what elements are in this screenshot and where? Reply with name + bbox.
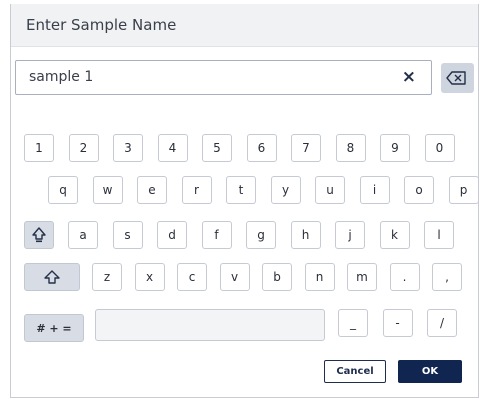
key-i[interactable]: i	[359, 176, 390, 204]
key-s[interactable]: s	[112, 221, 143, 249]
key-q[interactable]: q	[48, 176, 78, 204]
key-5[interactable]: 5	[202, 134, 232, 162]
key-label: j	[348, 228, 352, 242]
key-b[interactable]: b	[262, 263, 292, 291]
key-8[interactable]: 8	[335, 134, 366, 162]
key-j[interactable]: j	[335, 221, 365, 249]
key-label: ,	[445, 270, 449, 284]
key-label: 0	[435, 141, 444, 155]
key-symbol-7[interactable]: .	[389, 263, 420, 291]
key-label: h	[301, 228, 310, 242]
key-label: q	[59, 183, 67, 197]
key-label: 2	[79, 141, 88, 155]
key-h[interactable]: h	[290, 221, 321, 249]
key-label: d	[168, 228, 176, 242]
dialog-title: Enter Sample Name	[26, 16, 177, 34]
key-label: -	[395, 316, 400, 330]
key-label: 6	[257, 141, 266, 155]
key-label: k	[391, 228, 398, 242]
key-9[interactable]: 9	[380, 134, 410, 162]
key-0[interactable]: 0	[424, 134, 455, 162]
key-label: .	[402, 270, 407, 284]
key-label: 5	[213, 141, 221, 155]
key-label: /	[439, 316, 445, 330]
key-symbol-1[interactable]: -	[382, 309, 413, 337]
shift-icon	[44, 270, 60, 284]
caps-lock-icon	[32, 227, 46, 243]
key-symbol-2[interactable]: /	[427, 309, 457, 337]
key-label: a	[79, 228, 87, 242]
key-n[interactable]: n	[304, 263, 335, 291]
key-6[interactable]: 6	[246, 134, 277, 162]
ok-button[interactable]: OK	[398, 360, 462, 383]
key-label: w	[102, 183, 113, 197]
key-label: x	[145, 270, 154, 284]
key-t[interactable]: t	[226, 176, 256, 204]
key-f[interactable]: f	[201, 221, 232, 249]
key-label: o	[415, 183, 423, 197]
key-label: e	[148, 183, 156, 197]
symbols-key-label: # + =	[36, 321, 72, 335]
key-3[interactable]: 3	[113, 134, 143, 162]
key-label: z	[103, 270, 111, 284]
key-label: c	[188, 270, 196, 284]
key-a[interactable]: a	[68, 221, 98, 249]
key-7[interactable]: 7	[291, 134, 321, 162]
key-e[interactable]: e	[137, 176, 167, 204]
caps-lock-key[interactable]	[24, 221, 54, 249]
dialog-titlebar: Enter Sample Name	[11, 4, 478, 47]
key-c[interactable]: c	[177, 263, 207, 291]
key-label: 7	[302, 141, 310, 155]
key-l[interactable]: l	[424, 221, 454, 249]
key-d[interactable]: d	[157, 221, 187, 249]
key-label: p	[459, 183, 468, 197]
key-g[interactable]: g	[246, 221, 276, 249]
key-label: v	[230, 270, 239, 284]
key-label: _	[350, 316, 356, 330]
key-label: 8	[346, 141, 355, 155]
key-p[interactable]: p	[448, 176, 479, 204]
key-u[interactable]: u	[315, 176, 345, 204]
key-1[interactable]: 1	[24, 134, 54, 162]
key-label: 1	[35, 141, 43, 155]
key-r[interactable]: r	[181, 176, 212, 204]
key-label: s	[124, 228, 131, 242]
key-label: 3	[124, 141, 132, 155]
key-label: i	[372, 183, 377, 197]
sample-name-field[interactable]: ×	[15, 60, 432, 95]
key-label: 4	[168, 141, 177, 155]
key-m[interactable]: m	[347, 263, 377, 291]
backspace-button[interactable]	[441, 63, 474, 93]
sample-name-input[interactable]	[29, 69, 379, 85]
key-k[interactable]: k	[379, 221, 410, 249]
backspace-icon	[446, 71, 466, 85]
key-v[interactable]: v	[219, 263, 250, 291]
key-label: 9	[391, 141, 399, 155]
key-symbol-0[interactable]: _	[338, 309, 368, 337]
key-label: l	[437, 228, 441, 242]
key-y[interactable]: y	[270, 176, 301, 204]
key-z[interactable]: z	[92, 263, 122, 291]
symbols-key[interactable]: # + =	[24, 314, 84, 342]
key-x[interactable]: x	[134, 263, 165, 291]
key-label: b	[273, 270, 281, 284]
key-label: m	[356, 270, 368, 284]
key-4[interactable]: 4	[157, 134, 188, 162]
spacebar[interactable]	[95, 309, 325, 341]
key-w[interactable]: w	[92, 176, 123, 204]
key-o[interactable]: o	[404, 176, 434, 204]
shift-key[interactable]	[24, 263, 80, 291]
key-label: t	[238, 183, 244, 197]
key-2[interactable]: 2	[68, 134, 99, 162]
cancel-button[interactable]: Cancel	[324, 360, 386, 383]
key-label: y	[281, 183, 290, 197]
key-label: g	[257, 228, 265, 242]
key-label: r	[194, 183, 199, 197]
key-label: f	[214, 228, 219, 242]
key-symbol-8[interactable]: ,	[432, 263, 462, 291]
key-label: n	[315, 270, 324, 284]
key-label: u	[326, 183, 334, 197]
clear-icon[interactable]: ×	[402, 67, 416, 87]
